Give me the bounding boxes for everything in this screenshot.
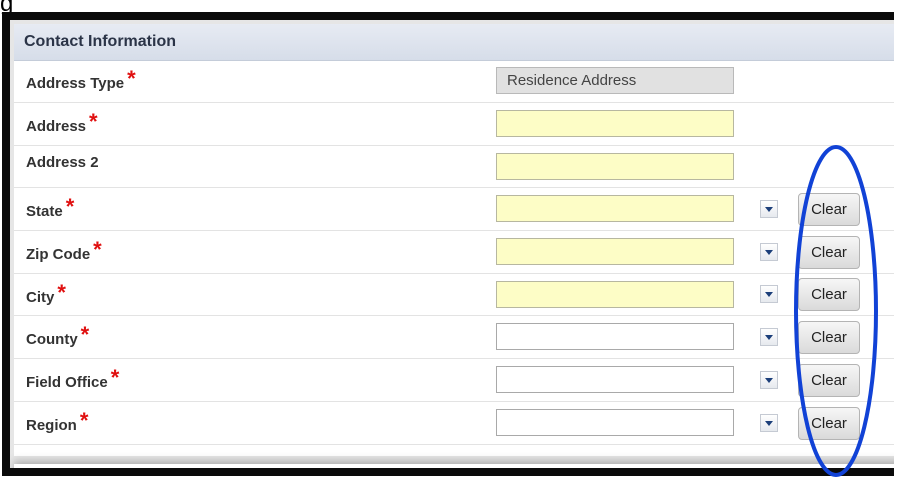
form-row-address-2: Address 2 <box>14 145 894 188</box>
address-type-input[interactable] <box>496 67 734 94</box>
field-label-text: County <box>26 331 78 348</box>
city-input[interactable] <box>496 281 734 308</box>
field-label: County * <box>26 322 90 350</box>
caret-down-icon[interactable] <box>760 328 778 346</box>
caret-down-icon[interactable] <box>760 200 778 218</box>
caret-down-icon[interactable] <box>760 414 778 432</box>
state-input[interactable] <box>496 195 734 222</box>
field-label: State * <box>26 194 75 222</box>
field-label-text: State <box>26 203 63 220</box>
section-header: Contact Information <box>14 24 894 61</box>
required-star: * <box>80 322 90 347</box>
field-label: City * <box>26 280 66 308</box>
field-label-text: Field Office <box>26 374 108 391</box>
form-row-county: County * Clear <box>14 315 894 359</box>
field-label: Field Office * <box>26 365 120 393</box>
clear-state-button[interactable]: Clear <box>798 193 860 226</box>
address-2-input[interactable] <box>496 153 734 180</box>
form-row-address: Address * <box>14 102 894 146</box>
field-label: Address 2 <box>26 154 99 171</box>
caret-down-icon[interactable] <box>760 243 778 261</box>
field-label-text: Address Type <box>26 75 125 92</box>
caret-down-icon[interactable] <box>760 285 778 303</box>
field-label: Address * <box>26 109 98 137</box>
field-label: Address Type * <box>26 66 136 94</box>
form-row-city: City * Clear <box>14 273 894 316</box>
form-row-zip-code: Zip Code * Clear <box>14 230 894 274</box>
county-input[interactable] <box>496 323 734 350</box>
required-star: * <box>110 365 120 390</box>
screenshot-frame: Contact Information Address Type*Address… <box>2 12 894 476</box>
required-star: * <box>93 237 102 262</box>
region-input[interactable] <box>496 409 734 436</box>
required-star: * <box>79 408 89 433</box>
clear-field-office-button[interactable]: Clear <box>798 364 860 397</box>
zip-code-input[interactable] <box>496 238 734 265</box>
clear-city-button[interactable]: Clear <box>798 278 860 311</box>
field-label-text: Zip Code <box>26 246 91 263</box>
form-row-address-type: Address Type * <box>14 60 894 103</box>
field-office-input[interactable] <box>496 366 734 393</box>
clear-region-button[interactable]: Clear <box>798 407 860 440</box>
clear-zip-code-button[interactable]: Clear <box>798 236 860 269</box>
clear-county-button[interactable]: Clear <box>798 321 860 354</box>
contact-information-panel: Contact Information Address Type*Address… <box>14 24 894 468</box>
field-label-text: City <box>26 289 55 306</box>
field-label-text: Address <box>26 118 87 135</box>
address-input[interactable] <box>496 110 734 137</box>
required-star: * <box>89 109 98 134</box>
required-star: * <box>65 194 75 219</box>
field-label-text: Address 2 <box>26 154 99 171</box>
form-row-region: Region * Clear <box>14 401 894 445</box>
caret-down-icon[interactable] <box>760 371 778 389</box>
field-label: Zip Code * <box>26 237 102 265</box>
next-section-box <box>14 464 894 468</box>
required-star: * <box>57 280 66 305</box>
form-row-field-office: Field Office * Clear <box>14 358 894 402</box>
required-star: * <box>127 66 136 91</box>
field-label: Region * <box>26 408 89 436</box>
field-label-text: Region <box>26 417 77 434</box>
form-row-state: State * Clear <box>14 187 894 231</box>
section-title: Contact Information <box>24 33 176 50</box>
